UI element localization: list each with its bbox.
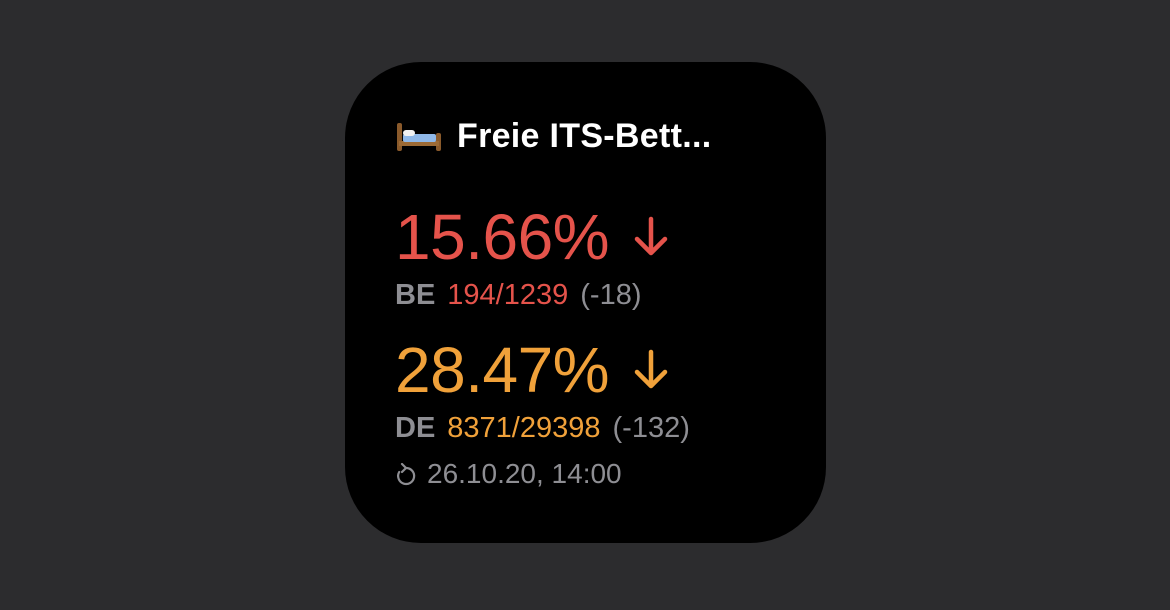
widget-title: Freie ITS-Bett... <box>457 116 712 155</box>
region-be: 15.66% BE 194/1239 (-18) <box>395 197 671 312</box>
percent-free-be: 15.66% <box>395 201 610 273</box>
beds-free-total-de: 8371/29398 <box>447 412 601 444</box>
beds-delta-de: (-132) <box>612 412 690 444</box>
last-updated: 26.10.20, 14:00 <box>395 458 622 490</box>
percent-free-de: 28.47% <box>395 334 610 406</box>
updated-timestamp: 26.10.20, 14:00 <box>427 458 622 489</box>
region-code-be: BE <box>395 279 436 311</box>
refresh-icon <box>395 462 417 486</box>
its-beds-widget[interactable]: Freie ITS-Bett... 15.66% BE 194/1239 (-1… <box>345 62 826 543</box>
arrow-down-icon <box>631 348 671 392</box>
beds-free-total-be: 194/1239 <box>447 279 569 311</box>
region-code-de: DE <box>395 412 436 444</box>
region-de: 28.47% DE 8371/29398 (-132) <box>395 330 690 445</box>
beds-delta-be: (-18) <box>580 279 642 311</box>
widget-header: Freie ITS-Bett... <box>395 111 711 161</box>
bed-icon <box>395 119 443 153</box>
arrow-down-icon <box>631 215 671 259</box>
